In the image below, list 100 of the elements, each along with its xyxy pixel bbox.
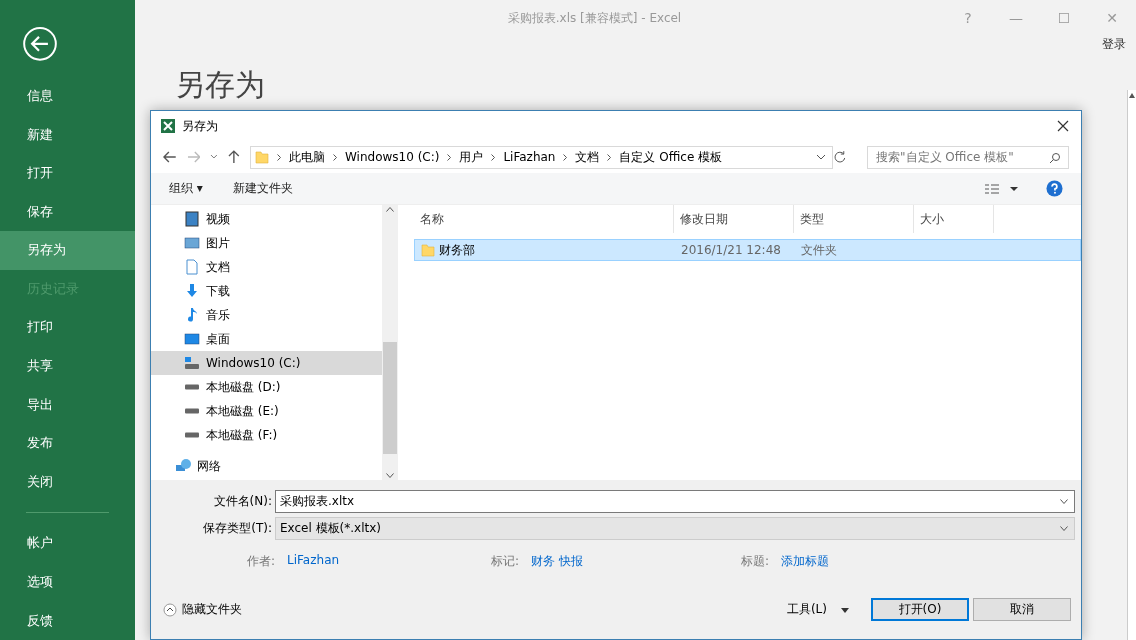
drive-icon <box>184 408 200 414</box>
nav-pane-label: 本地磁盘 (D:) <box>206 378 281 396</box>
chevron-right-icon <box>277 153 281 161</box>
drive-icon <box>184 432 200 438</box>
drive-icon <box>184 384 200 390</box>
nav-pane-label: 文档 <box>206 258 230 276</box>
scroll-up-icon[interactable] <box>1129 93 1135 98</box>
breadcrumb-item[interactable]: Windows10 (C:) <box>345 150 440 164</box>
chevron-right-icon <box>333 153 337 161</box>
view-options-icon[interactable] <box>984 182 1018 195</box>
backstage-menu-item[interactable]: 导出 <box>0 385 135 424</box>
caret-icon[interactable] <box>841 607 849 613</box>
chevron-up-icon[interactable] <box>163 602 177 617</box>
backstage-menu-item[interactable]: 另存为 <box>0 231 135 270</box>
back-arrow-icon[interactable] <box>163 151 177 163</box>
backstage-menu-item[interactable]: 共享 <box>0 346 135 386</box>
nav-pane-label: 下载 <box>206 282 230 300</box>
table-cell-text: 文件夹 <box>800 241 838 259</box>
metadata-label: 标记: <box>491 553 520 570</box>
nav-pane-item[interactable]: 图片 <box>151 231 382 255</box>
drive-icon <box>184 355 200 371</box>
address-bar[interactable]: 此电脑 Windows10 (C:) 用户 LiFazhan 文档 自定义 Office 模板 <box>250 145 834 169</box>
file-name: 财务部 <box>415 241 675 259</box>
scrollbar[interactable] <box>1127 90 1136 640</box>
table-cell-text: 2016/1/21 12:48 <box>680 243 782 257</box>
backstage-menu-item[interactable]: 关闭 <box>0 462 135 502</box>
nav-pane-label: 图片 <box>206 234 230 252</box>
nav-pane-item[interactable]: 文档 <box>151 255 382 279</box>
nav-pane-item[interactable]: 本地磁盘 (D:) <box>151 375 382 399</box>
new-folder-button[interactable]: 新建文件夹 <box>232 180 293 197</box>
backstage-menu-item[interactable]: 选项 <box>0 562 135 602</box>
refresh-icon[interactable] <box>833 150 847 164</box>
metadata-label: 标题: <box>741 553 770 570</box>
open-button[interactable]: 打开(O) <box>871 598 969 621</box>
backstage-menu-item[interactable]: 新建 <box>0 115 135 154</box>
nav-pane-label: 桌面 <box>206 330 230 348</box>
backstage-menu-item[interactable]: 反馈 <box>0 601 135 640</box>
chevron-up-icon[interactable] <box>386 207 394 212</box>
backstage-menu-item[interactable]: 打印 <box>0 308 135 347</box>
chevron-down-icon[interactable] <box>210 154 219 160</box>
organize-menu[interactable]: 组织 ▾ <box>169 180 203 197</box>
column-header[interactable]: 名称 <box>414 205 674 233</box>
breadcrumb-item[interactable]: 用户 <box>459 148 484 166</box>
dialog-title: 另存为 <box>182 117 219 135</box>
up-arrow-icon[interactable] <box>228 150 240 164</box>
metadata-value[interactable]: 添加标题 <box>781 553 830 570</box>
backstage-menu-item[interactable]: 保存 <box>0 192 135 231</box>
chevron-down-icon[interactable] <box>1060 499 1068 504</box>
image-icon <box>184 235 200 251</box>
nav-pane-item[interactable]: 视频 <box>151 207 382 231</box>
nav-pane-item[interactable]: 下载 <box>151 279 382 303</box>
metadata-label: 作者: <box>247 553 276 570</box>
backstage-menu-item[interactable]: 打开 <box>0 153 135 193</box>
breadcrumb-item[interactable]: 文档 <box>575 148 600 166</box>
nav-pane-label: Windows10 (C:) <box>206 356 301 370</box>
column-header[interactable]: 修改日期 <box>674 205 794 233</box>
search-icon <box>1049 151 1061 164</box>
chevron-down-icon[interactable] <box>386 473 394 478</box>
nav-pane-item[interactable]: 桌面 <box>151 327 382 351</box>
nav-pane-label: 本地磁盘 (E:) <box>206 402 279 420</box>
nav-pane-item[interactable]: 本地磁盘 (E:) <box>151 399 382 423</box>
chevron-down-icon[interactable] <box>816 154 827 160</box>
filename-field[interactable]: 采购报表.xltx <box>275 490 1075 513</box>
nav-pane-label: 音乐 <box>206 306 230 324</box>
search-field[interactable]: 搜索"自定义 Office 模板" <box>867 145 1069 169</box>
chevron-down-icon[interactable] <box>1060 526 1068 531</box>
chevron-right-icon <box>563 153 568 161</box>
column-header[interactable]: 类型 <box>794 205 914 233</box>
close-icon[interactable] <box>1057 120 1069 132</box>
metadata-value[interactable]: LiFazhan <box>287 553 340 570</box>
metadata-value[interactable]: 财务 快报 <box>531 553 583 570</box>
breadcrumb-item[interactable]: 此电脑 <box>289 148 325 166</box>
nav-pane-item[interactable]: 网络 <box>151 454 382 478</box>
cancel-button[interactable]: 取消 <box>973 598 1071 621</box>
tools-menu[interactable]: 工具(L) <box>786 601 827 618</box>
help-icon[interactable] <box>1046 180 1063 197</box>
monitor-icon <box>184 331 200 347</box>
page-heading: 另存为 <box>175 66 265 104</box>
sign-in-link[interactable]: 登录 <box>1102 36 1126 53</box>
file-type-dropdown[interactable]: Excel 模板(*.xltx) <box>275 517 1075 540</box>
chevron-right-icon <box>447 153 452 161</box>
folder-icon <box>421 243 435 257</box>
file-row[interactable]: 财务部 2016/1/21 12:48 文件夹 <box>414 239 1081 261</box>
chevron-right-icon <box>607 153 612 161</box>
network-icon <box>175 458 191 474</box>
nav-pane-item[interactable]: 音乐 <box>151 303 382 327</box>
spreadsheet-app-icon <box>160 118 176 134</box>
breadcrumb-item[interactable]: 自定义 Office 模板 <box>619 148 723 166</box>
nav-pane-item[interactable]: Windows10 (C:) <box>151 351 382 375</box>
column-header[interactable]: 大小 <box>914 205 994 233</box>
scrollbar[interactable] <box>382 205 398 480</box>
nav-pane-label: 视频 <box>206 210 230 228</box>
breadcrumb-item[interactable]: LiFazhan <box>503 150 556 164</box>
backstage-menu-item[interactable]: 信息 <box>0 76 135 116</box>
hide-folders-toggle[interactable]: 隐藏文件夹 <box>182 601 242 618</box>
backstage-menu-item[interactable]: 帐户 <box>0 524 135 563</box>
nav-pane-item[interactable]: 本地磁盘 (F:) <box>151 423 382 447</box>
document-icon <box>184 259 200 275</box>
backstage-menu-item[interactable]: 发布 <box>0 423 135 463</box>
folder-icon <box>255 150 269 164</box>
